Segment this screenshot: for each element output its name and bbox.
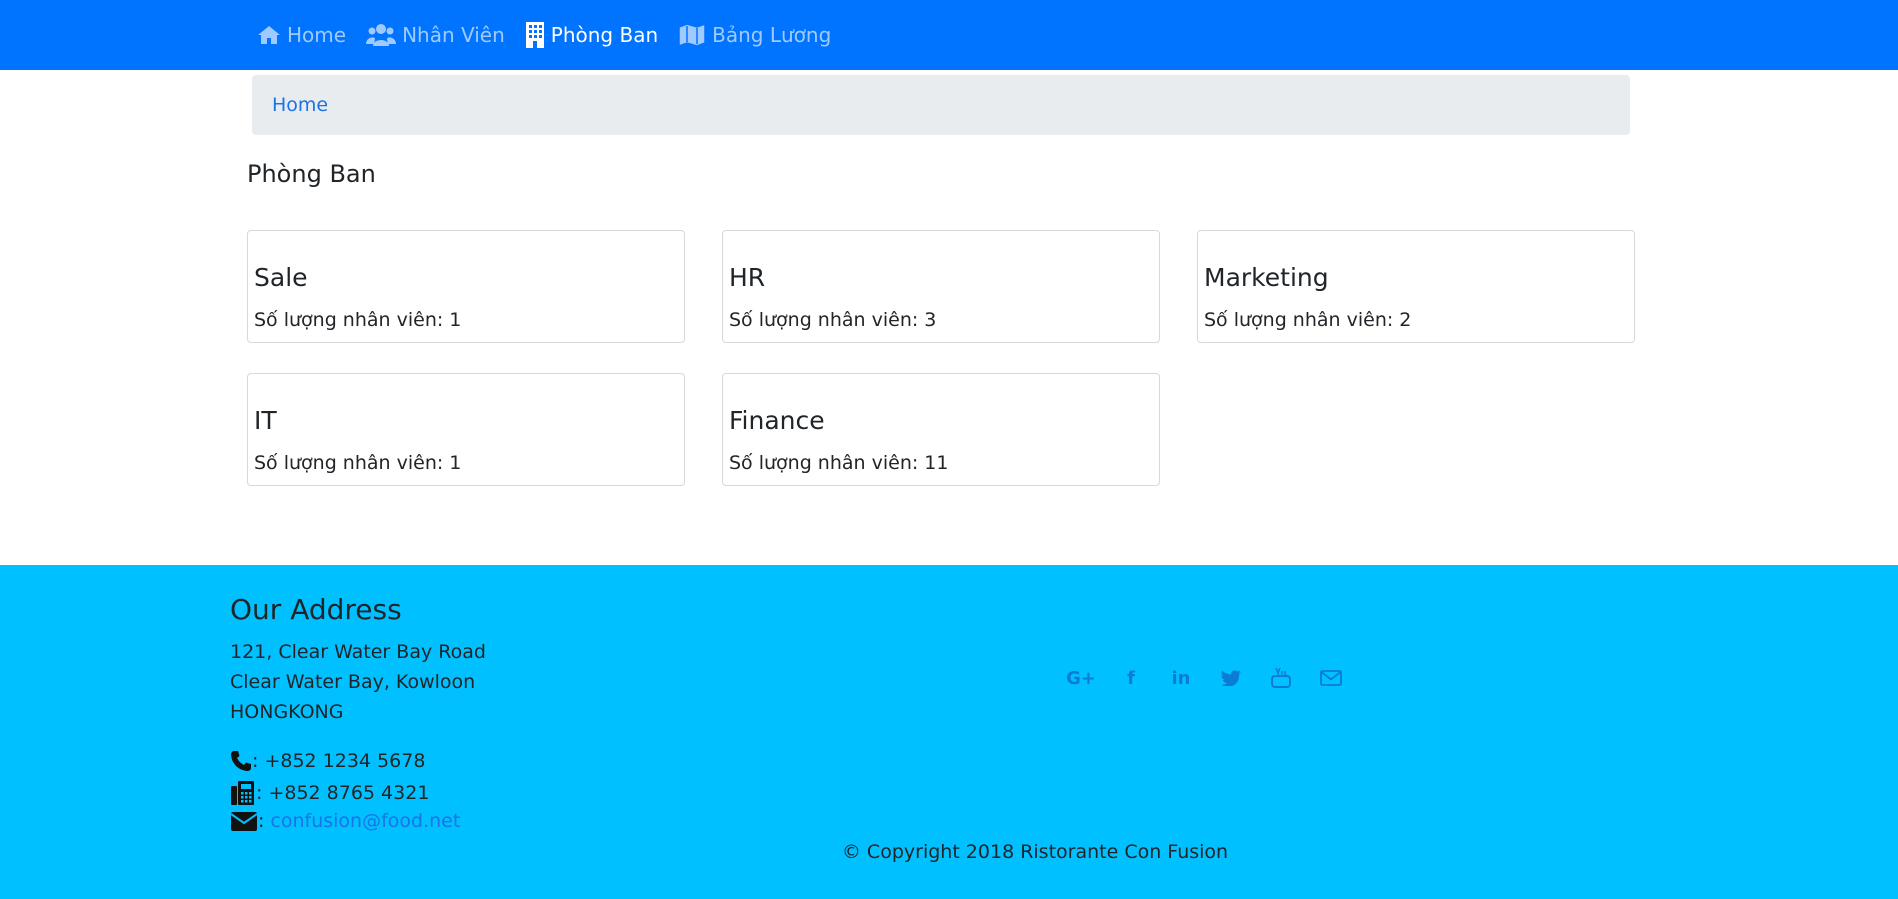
- department-name: IT: [254, 406, 277, 435]
- department-card-finance[interactable]: Finance Số lượng nhân viên: 11: [722, 373, 1160, 486]
- department-card-hr[interactable]: HR Số lượng nhân viên: 3: [722, 230, 1160, 343]
- envelope-icon[interactable]: [1318, 665, 1344, 691]
- fax-icon: [230, 780, 256, 806]
- copyright: © Copyright 2018 Ristorante Con Fusion: [0, 841, 1898, 863]
- employee-count-value: 3: [924, 309, 937, 331]
- users-icon: [366, 23, 397, 47]
- footer: Our Address 121, Clear Water Bay Road Cl…: [0, 565, 1898, 899]
- employee-count: Số lượng nhân viên: 1: [254, 309, 461, 331]
- employee-count-value: 1: [449, 309, 462, 331]
- department-card-sale[interactable]: Sale Số lượng nhân viên: 1: [247, 230, 685, 343]
- employee-count-value: 2: [1399, 309, 1412, 331]
- department-name: Finance: [729, 406, 825, 435]
- top-navbar: Home Nhân Viên Phòng Ban Bảng Lương: [0, 0, 1898, 70]
- nav-list: Home Nhân Viên Phòng Ban Bảng Lương: [257, 0, 851, 70]
- email-line: : confusion@food.net: [230, 810, 460, 832]
- building-icon: [525, 22, 545, 48]
- address-line: 121, Clear Water Bay Road: [230, 641, 486, 663]
- department-card-it[interactable]: IT Số lượng nhân viên: 1: [247, 373, 685, 486]
- employee-count-label: Số lượng nhân viên:: [1204, 309, 1394, 331]
- social-links: G+ f in: [1066, 665, 1344, 691]
- phone-number: : +852 1234 5678: [252, 750, 426, 772]
- nav-item-label: Bảng Lương: [712, 23, 832, 47]
- fax-number: : +852 8765 4321: [256, 782, 430, 804]
- nav-item-label: Nhân Viên: [402, 23, 505, 47]
- fax-line: : +852 8765 4321: [230, 780, 429, 806]
- nav-item-nhan-vien[interactable]: Nhân Viên: [366, 23, 505, 47]
- employee-count-value: 11: [924, 452, 949, 474]
- department-name: Sale: [254, 263, 308, 292]
- employee-count-label: Số lượng nhân viên:: [254, 452, 444, 474]
- address-line: HONGKONG: [230, 701, 344, 723]
- twitter-icon[interactable]: [1218, 665, 1244, 691]
- nav-item-label: Home: [287, 23, 347, 47]
- home-icon: [257, 25, 281, 45]
- breadcrumb: Home: [252, 75, 1630, 135]
- facebook-icon[interactable]: f: [1118, 665, 1144, 691]
- phone-icon: [230, 750, 252, 772]
- address-title: Our Address: [230, 593, 402, 626]
- employee-count-label: Số lượng nhân viên:: [729, 309, 919, 331]
- department-card-marketing[interactable]: Marketing Số lượng nhân viên: 2: [1197, 230, 1635, 343]
- department-name: HR: [729, 263, 766, 292]
- employee-count: Số lượng nhân viên: 3: [729, 309, 936, 331]
- nav-item-label: Phòng Ban: [550, 23, 659, 47]
- nav-item-bang-luong[interactable]: Bảng Lương: [678, 23, 831, 47]
- nav-item-home[interactable]: Home: [257, 23, 346, 47]
- employee-count: Số lượng nhân viên: 11: [729, 452, 948, 474]
- page-title: Phòng Ban: [247, 160, 376, 188]
- map-icon: [678, 23, 706, 47]
- email-link[interactable]: confusion@food.net: [270, 810, 460, 832]
- google-plus-icon[interactable]: G+: [1066, 665, 1096, 691]
- department-name: Marketing: [1204, 263, 1329, 292]
- employee-count-label: Số lượng nhân viên:: [254, 309, 444, 331]
- copyright-text: © Copyright 2018 Ristorante Con Fusion: [841, 841, 1229, 863]
- employee-count: Số lượng nhân viên: 2: [1204, 309, 1411, 331]
- linkedin-icon[interactable]: in: [1168, 665, 1194, 691]
- breadcrumb-home-link[interactable]: Home: [272, 94, 328, 116]
- youtube-icon[interactable]: [1268, 665, 1294, 691]
- employee-count-value: 1: [449, 452, 462, 474]
- address-line: Clear Water Bay, Kowloon: [230, 671, 476, 693]
- employee-count-label: Số lượng nhân viên:: [729, 452, 919, 474]
- phone-line: : +852 1234 5678: [230, 750, 425, 772]
- email-prefix: :: [258, 810, 265, 832]
- employee-count: Số lượng nhân viên: 1: [254, 452, 461, 474]
- nav-item-phong-ban[interactable]: Phòng Ban: [525, 22, 658, 48]
- envelope-icon: [230, 810, 258, 832]
